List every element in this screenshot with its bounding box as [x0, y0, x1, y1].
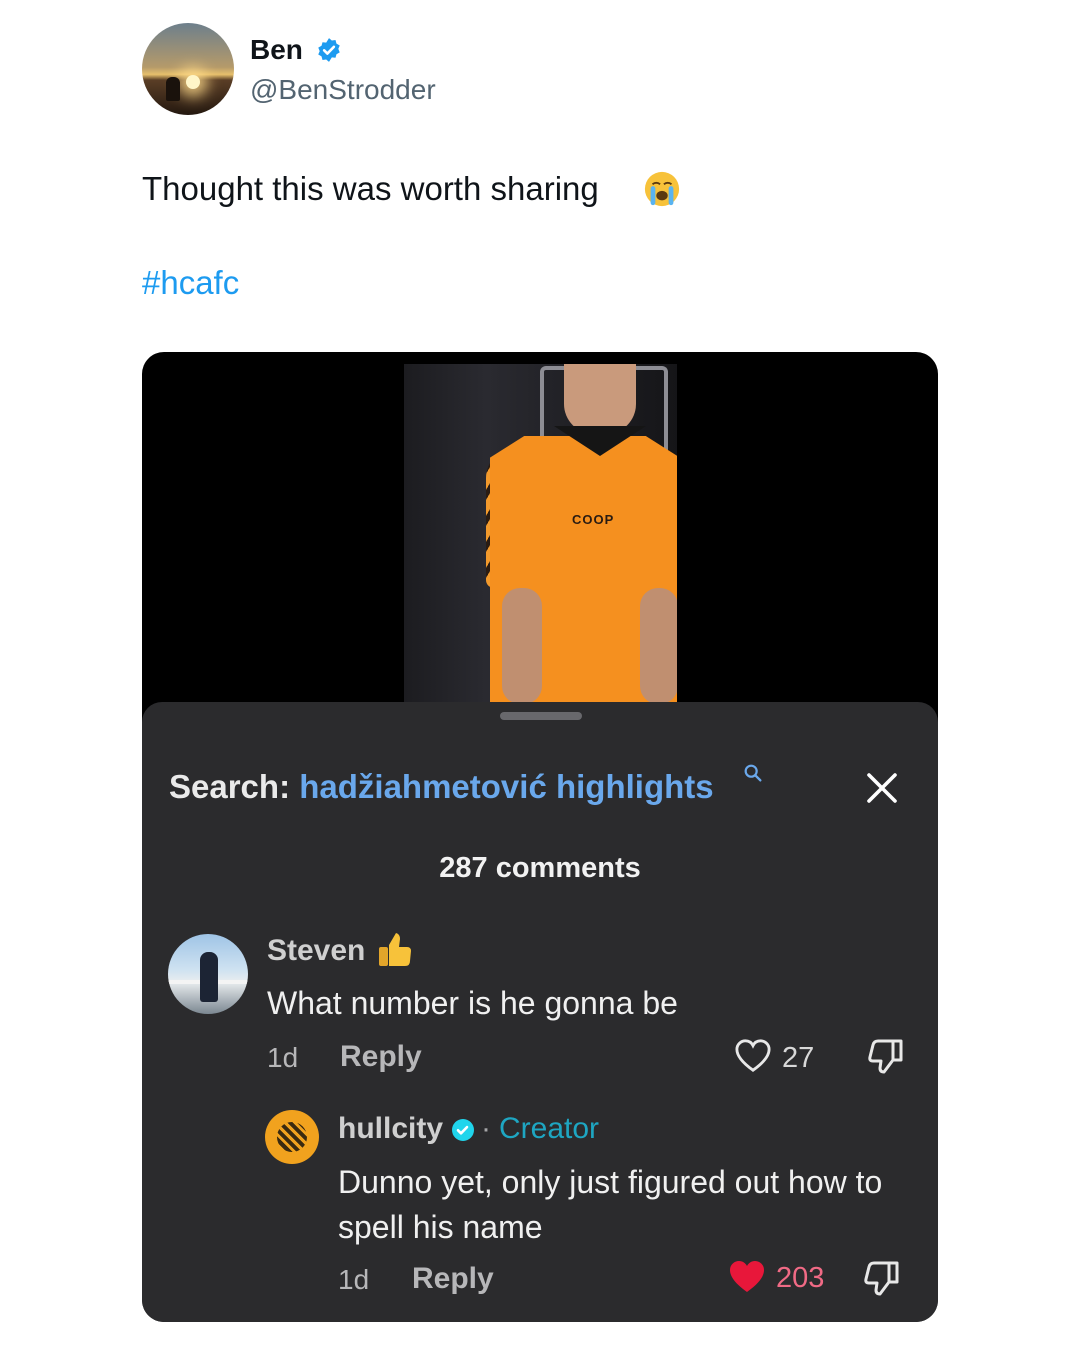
shirt-sponsor-text: COOP	[572, 512, 615, 527]
search-suggestion[interactable]: Search: hadžiahmetović highlights	[169, 768, 714, 806]
commenter-avatar[interactable]	[168, 934, 248, 1014]
author-handle[interactable]: @BenStrodder	[250, 74, 436, 106]
like-count: 27	[782, 1042, 815, 1074]
search-label: Search:	[169, 768, 291, 805]
creator-avatar[interactable]	[265, 1110, 319, 1164]
comments-sheet: Search: hadžiahmetović highlights 287 co…	[142, 702, 938, 1322]
tweet-text: Thought this was worth sharing	[142, 170, 599, 207]
verified-badge-icon	[318, 38, 340, 62]
search-query[interactable]: hadžiahmetović highlights	[299, 768, 713, 805]
search-icon[interactable]	[742, 762, 764, 784]
comment-time: 1d	[338, 1264, 370, 1295]
heart-filled-icon[interactable]	[727, 1258, 767, 1296]
creator-name[interactable]: hullcity	[338, 1112, 443, 1146]
author-name[interactable]: Ben	[250, 34, 303, 66]
tweet-media[interactable]: COOP Search: hadžiahmetović highlights 2…	[142, 352, 938, 1322]
verified-badge-icon	[452, 1119, 474, 1141]
dislike-icon[interactable]	[866, 1036, 906, 1076]
hashtag-link[interactable]: #hcafc	[142, 264, 239, 302]
close-icon[interactable]	[864, 770, 900, 806]
commenter-name[interactable]: Steven	[267, 934, 365, 968]
video-frame[interactable]: COOP	[404, 364, 677, 704]
reply-button[interactable]: Reply	[340, 1040, 422, 1074]
comment-count: 287 comments	[439, 852, 641, 884]
reply-button[interactable]: Reply	[412, 1262, 494, 1296]
creator-badge: Creator	[499, 1112, 600, 1145]
crying-face-emoji-icon	[644, 171, 680, 207]
sheet-drag-handle[interactable]	[500, 712, 582, 720]
thumbs-up-emoji-icon	[379, 933, 411, 966]
comment-time: 1d	[267, 1042, 299, 1073]
like-count: 203	[776, 1262, 825, 1294]
dislike-icon[interactable]	[862, 1258, 902, 1298]
separator-dot: ·	[481, 1112, 491, 1145]
heart-outline-icon[interactable]	[734, 1038, 772, 1074]
author-avatar[interactable]	[142, 23, 234, 115]
reply-comment-text: Dunno yet, only just figured out how to …	[338, 1164, 883, 1245]
comment-text: What number is he gonna be	[267, 985, 678, 1021]
